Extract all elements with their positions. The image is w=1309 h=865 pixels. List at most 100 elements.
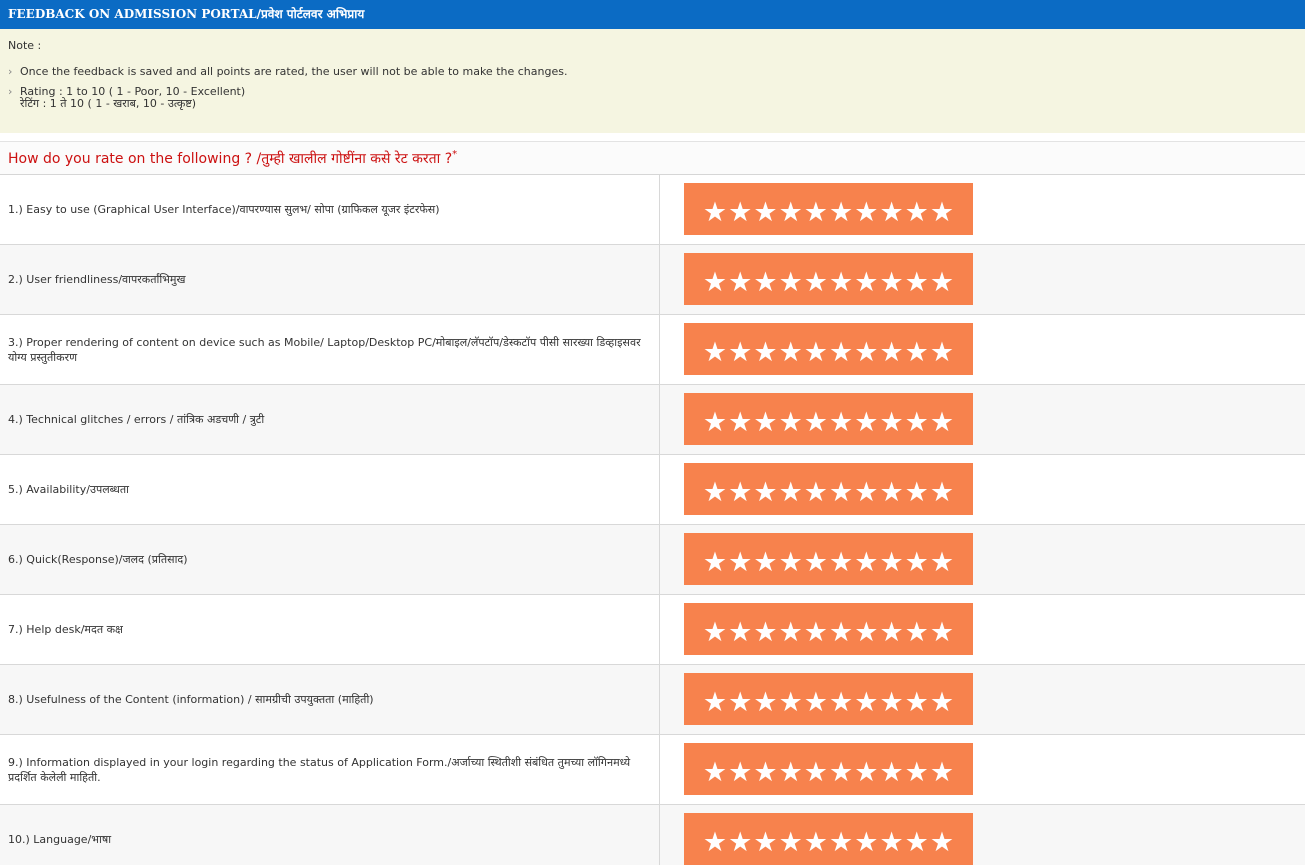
star-rating-widget[interactable]: ★ ★ ★ ★ ★ ★ ★ ★ ★ ★ bbox=[684, 463, 973, 515]
star-icon[interactable]: ★ bbox=[879, 269, 903, 296]
star-icon[interactable]: ★ bbox=[753, 339, 777, 366]
star-icon[interactable]: ★ bbox=[804, 269, 828, 296]
star-icon[interactable]: ★ bbox=[930, 759, 954, 786]
star-icon[interactable]: ★ bbox=[905, 759, 929, 786]
star-icon[interactable]: ★ bbox=[879, 479, 903, 506]
star-icon[interactable]: ★ bbox=[728, 479, 752, 506]
star-icon[interactable]: ★ bbox=[905, 689, 929, 716]
star-rating-widget[interactable]: ★ ★ ★ ★ ★ ★ ★ ★ ★ ★ bbox=[684, 533, 973, 585]
star-icon[interactable]: ★ bbox=[779, 829, 803, 856]
star-icon[interactable]: ★ bbox=[703, 689, 727, 716]
star-icon[interactable]: ★ bbox=[753, 269, 777, 296]
star-icon[interactable]: ★ bbox=[804, 549, 828, 576]
star-icon[interactable]: ★ bbox=[905, 339, 929, 366]
star-icon[interactable]: ★ bbox=[854, 199, 878, 226]
star-icon[interactable]: ★ bbox=[703, 269, 727, 296]
star-icon[interactable]: ★ bbox=[930, 479, 954, 506]
star-icon[interactable]: ★ bbox=[779, 619, 803, 646]
star-icon[interactable]: ★ bbox=[854, 619, 878, 646]
star-icon[interactable]: ★ bbox=[829, 269, 853, 296]
star-icon[interactable]: ★ bbox=[879, 829, 903, 856]
star-icon[interactable]: ★ bbox=[703, 199, 727, 226]
star-icon[interactable]: ★ bbox=[829, 829, 853, 856]
star-icon[interactable]: ★ bbox=[930, 619, 954, 646]
star-rating-widget[interactable]: ★ ★ ★ ★ ★ ★ ★ ★ ★ ★ bbox=[684, 813, 973, 865]
star-icon[interactable]: ★ bbox=[753, 619, 777, 646]
star-icon[interactable]: ★ bbox=[930, 269, 954, 296]
star-icon[interactable]: ★ bbox=[854, 479, 878, 506]
star-icon[interactable]: ★ bbox=[753, 549, 777, 576]
star-icon[interactable]: ★ bbox=[829, 759, 853, 786]
star-icon[interactable]: ★ bbox=[804, 479, 828, 506]
star-icon[interactable]: ★ bbox=[905, 479, 929, 506]
star-icon[interactable]: ★ bbox=[753, 759, 777, 786]
star-icon[interactable]: ★ bbox=[753, 479, 777, 506]
star-icon[interactable]: ★ bbox=[930, 409, 954, 436]
star-icon[interactable]: ★ bbox=[879, 199, 903, 226]
star-icon[interactable]: ★ bbox=[753, 829, 777, 856]
star-icon[interactable]: ★ bbox=[854, 829, 878, 856]
star-icon[interactable]: ★ bbox=[829, 619, 853, 646]
star-icon[interactable]: ★ bbox=[854, 409, 878, 436]
star-icon[interactable]: ★ bbox=[905, 199, 929, 226]
star-icon[interactable]: ★ bbox=[804, 409, 828, 436]
star-icon[interactable]: ★ bbox=[728, 829, 752, 856]
star-icon[interactable]: ★ bbox=[905, 269, 929, 296]
star-icon[interactable]: ★ bbox=[703, 759, 727, 786]
star-icon[interactable]: ★ bbox=[829, 549, 853, 576]
star-icon[interactable]: ★ bbox=[728, 549, 752, 576]
star-icon[interactable]: ★ bbox=[728, 199, 752, 226]
star-icon[interactable]: ★ bbox=[728, 339, 752, 366]
star-icon[interactable]: ★ bbox=[779, 199, 803, 226]
star-icon[interactable]: ★ bbox=[703, 619, 727, 646]
star-icon[interactable]: ★ bbox=[879, 549, 903, 576]
star-icon[interactable]: ★ bbox=[779, 479, 803, 506]
star-icon[interactable]: ★ bbox=[728, 409, 752, 436]
star-rating-widget[interactable]: ★ ★ ★ ★ ★ ★ ★ ★ ★ ★ bbox=[684, 673, 973, 725]
star-icon[interactable]: ★ bbox=[779, 269, 803, 296]
star-icon[interactable]: ★ bbox=[879, 409, 903, 436]
star-rating-widget[interactable]: ★ ★ ★ ★ ★ ★ ★ ★ ★ ★ bbox=[684, 183, 973, 235]
star-icon[interactable]: ★ bbox=[854, 759, 878, 786]
star-icon[interactable]: ★ bbox=[829, 339, 853, 366]
star-icon[interactable]: ★ bbox=[829, 409, 853, 436]
star-icon[interactable]: ★ bbox=[779, 689, 803, 716]
star-icon[interactable]: ★ bbox=[703, 479, 727, 506]
star-rating-widget[interactable]: ★ ★ ★ ★ ★ ★ ★ ★ ★ ★ bbox=[684, 393, 973, 445]
star-icon[interactable]: ★ bbox=[905, 549, 929, 576]
star-icon[interactable]: ★ bbox=[930, 199, 954, 226]
star-icon[interactable]: ★ bbox=[804, 619, 828, 646]
star-icon[interactable]: ★ bbox=[728, 689, 752, 716]
star-icon[interactable]: ★ bbox=[930, 339, 954, 366]
star-icon[interactable]: ★ bbox=[728, 619, 752, 646]
star-icon[interactable]: ★ bbox=[779, 759, 803, 786]
star-icon[interactable]: ★ bbox=[804, 199, 828, 226]
star-rating-widget[interactable]: ★ ★ ★ ★ ★ ★ ★ ★ ★ ★ bbox=[684, 603, 973, 655]
star-icon[interactable]: ★ bbox=[854, 339, 878, 366]
star-icon[interactable]: ★ bbox=[829, 199, 853, 226]
star-icon[interactable]: ★ bbox=[728, 269, 752, 296]
star-icon[interactable]: ★ bbox=[703, 339, 727, 366]
star-icon[interactable]: ★ bbox=[879, 759, 903, 786]
star-icon[interactable]: ★ bbox=[930, 689, 954, 716]
star-icon[interactable]: ★ bbox=[804, 759, 828, 786]
star-icon[interactable]: ★ bbox=[804, 339, 828, 366]
star-icon[interactable]: ★ bbox=[703, 409, 727, 436]
star-icon[interactable]: ★ bbox=[829, 479, 853, 506]
star-icon[interactable]: ★ bbox=[779, 339, 803, 366]
star-icon[interactable]: ★ bbox=[879, 689, 903, 716]
star-icon[interactable]: ★ bbox=[753, 689, 777, 716]
star-icon[interactable]: ★ bbox=[753, 199, 777, 226]
star-icon[interactable]: ★ bbox=[703, 549, 727, 576]
star-icon[interactable]: ★ bbox=[804, 689, 828, 716]
star-icon[interactable]: ★ bbox=[854, 689, 878, 716]
star-icon[interactable]: ★ bbox=[703, 829, 727, 856]
star-icon[interactable]: ★ bbox=[854, 269, 878, 296]
star-rating-widget[interactable]: ★ ★ ★ ★ ★ ★ ★ ★ ★ ★ bbox=[684, 253, 973, 305]
star-icon[interactable]: ★ bbox=[779, 549, 803, 576]
star-icon[interactable]: ★ bbox=[905, 829, 929, 856]
star-icon[interactable]: ★ bbox=[879, 339, 903, 366]
star-icon[interactable]: ★ bbox=[930, 549, 954, 576]
star-icon[interactable]: ★ bbox=[779, 409, 803, 436]
star-icon[interactable]: ★ bbox=[854, 549, 878, 576]
